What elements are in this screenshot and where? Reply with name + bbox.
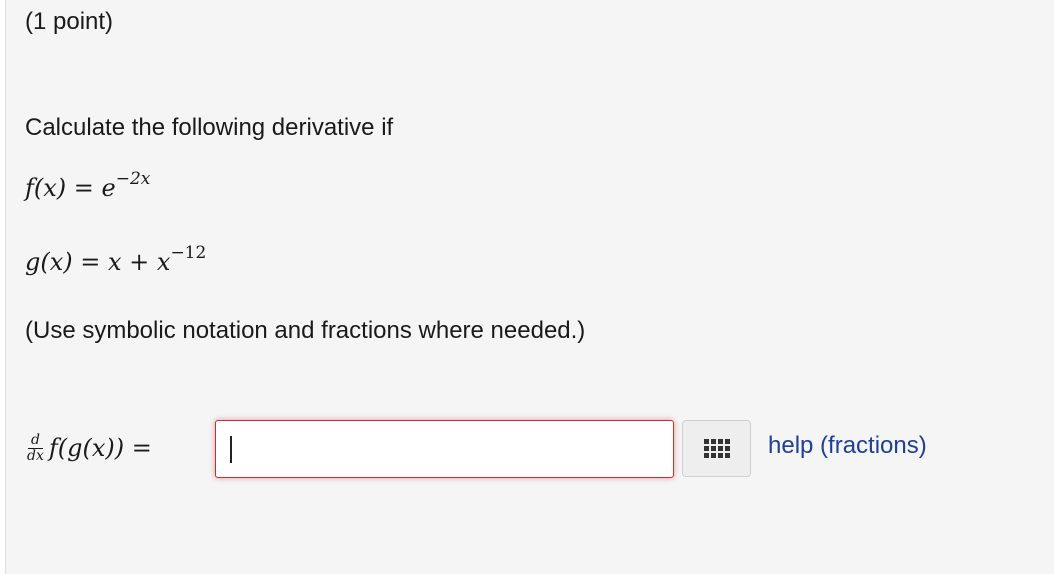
keypad-grid-icon [703, 439, 730, 458]
derivative-denominator: dx [27, 447, 44, 464]
answer-input[interactable] [215, 420, 674, 478]
problem-panel: (1 point) Calculate the following deriva… [5, 0, 1054, 574]
notation-note: (Use symbolic notation and fractions whe… [25, 317, 586, 344]
problem-prompt: Calculate the following derivative if [25, 114, 394, 141]
g-definition: g(x) = x + x−12 [25, 243, 207, 276]
points-label: (1 point) [25, 8, 114, 35]
f-exponent: −2x [115, 169, 151, 189]
text-cursor [230, 436, 232, 463]
derivative-label: d dx f(g(x)) = [25, 428, 152, 468]
help-fractions-link[interactable]: help (fractions) [768, 432, 927, 460]
derivative-fraction: d dx [25, 432, 46, 464]
f-definition: f(x) = e−2x [25, 169, 151, 202]
g-exponent: −12 [170, 243, 207, 263]
f-definition-lhs: f(x) = e [25, 174, 116, 202]
g-definition-lhs: g(x) = x + x [25, 248, 171, 276]
derivative-numerator: d [27, 432, 43, 449]
derivative-expression: f(g(x)) = [48, 434, 152, 462]
math-keyboard-button[interactable] [682, 420, 751, 477]
